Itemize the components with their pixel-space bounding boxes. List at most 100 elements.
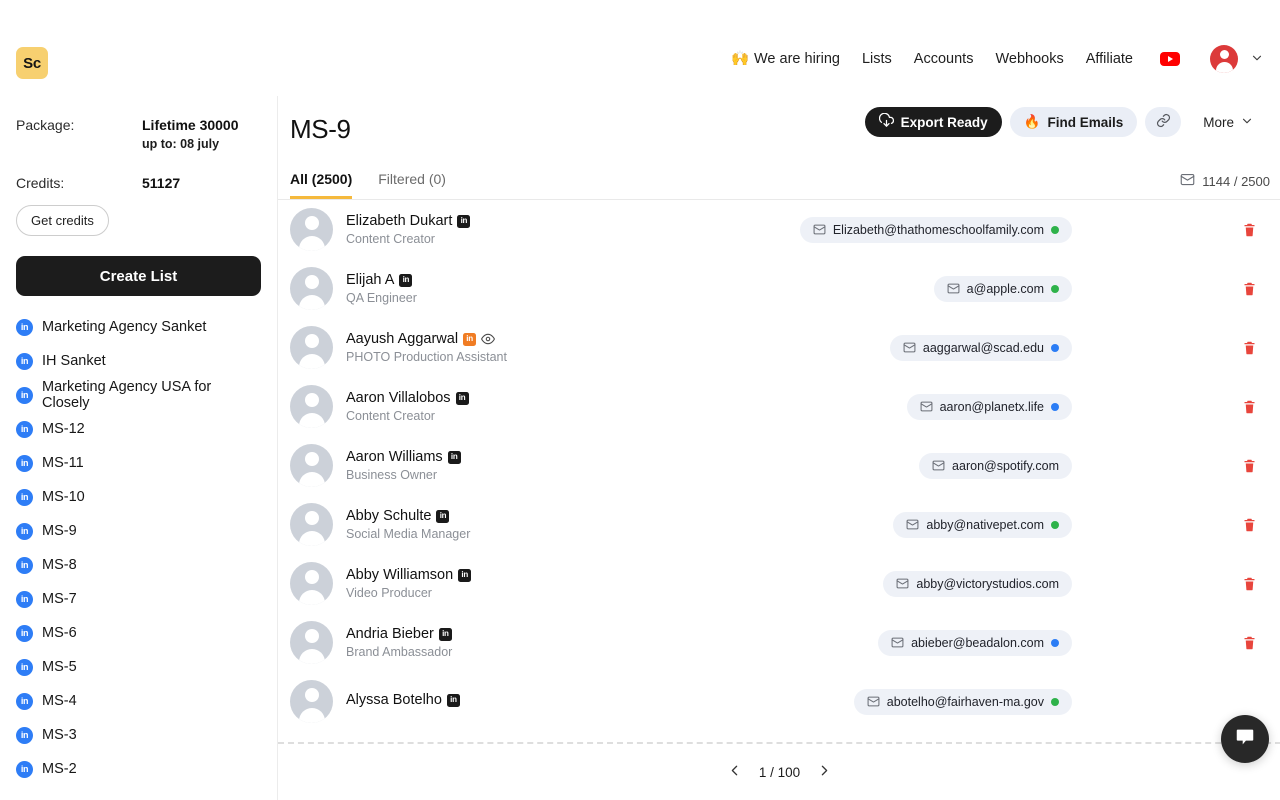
sidebar-item-marketing-agency-sanket[interactable]: in Marketing Agency Sanket [16, 310, 261, 344]
nav-item-accounts[interactable]: Accounts [903, 46, 985, 72]
sidebar-item-ms-5[interactable]: in MS-5 [16, 650, 261, 684]
email-pill[interactable]: abotelho@fairhaven-ma.gov [853, 688, 1072, 715]
linkedin-icon[interactable]: in [438, 627, 452, 641]
sidebar-item-label: Marketing Agency Sanket [42, 319, 207, 335]
envelope-icon [920, 400, 933, 413]
copy-link-button[interactable] [1145, 107, 1182, 137]
delete-icon[interactable] [1242, 221, 1257, 238]
create-list-button[interactable]: Create List [16, 256, 261, 296]
sidebar-item-ms-12[interactable]: in MS-12 [16, 412, 261, 446]
envelope-icon [891, 636, 904, 649]
chevron-left-icon[interactable] [726, 762, 743, 782]
more-button[interactable]: More [1189, 107, 1268, 137]
table-row[interactable]: Aaron Villalobos in Content Creator aaro… [278, 377, 1280, 436]
sidebar-item-ms-6[interactable]: in MS-6 [16, 616, 261, 650]
chevron-down-icon[interactable] [1250, 51, 1264, 68]
email-address: abieber@beadalon.com [911, 635, 1044, 650]
linkedin-icon[interactable]: in [458, 568, 472, 582]
export-ready-button[interactable]: Export Ready [864, 107, 1002, 137]
sidebar-item-label: MS-11 [42, 455, 84, 471]
email-pill[interactable]: aaggarwal@scad.edu [889, 334, 1072, 361]
linkedin-icon[interactable]: in [436, 509, 450, 523]
table-row[interactable]: Aayush Aggarwal in PHOTO Production Assi… [278, 318, 1280, 377]
table-row[interactable]: Alyssa Botelho in abotelho@fairhaven-ma.… [278, 672, 1280, 724]
table-row[interactable]: Abby Schulte in Social Media Manager abb… [278, 495, 1280, 554]
sidebar-item-label: MS-6 [42, 625, 77, 641]
envelope-icon [903, 341, 916, 354]
linkedin-icon: in [16, 658, 33, 676]
linkedin-icon: in [16, 420, 33, 438]
linkedin-icon: in [16, 760, 33, 778]
email-pill[interactable]: aaron@spotify.com [919, 452, 1072, 479]
email-pill[interactable]: abieber@beadalon.com [878, 629, 1072, 656]
contact-name-row: Elijah A in [346, 272, 776, 288]
sidebar-list-items: in Marketing Agency Sanket in IH Sanket … [16, 310, 261, 786]
contact-name-row: Elizabeth Dukart in [346, 213, 776, 229]
top-navigation-bar: Sc 🙌 We are hiring Lists Accounts Webhoo… [0, 0, 1280, 96]
email-pill[interactable]: aaron@planetx.life [906, 393, 1072, 420]
credits-row: Credits: 51127 [16, 175, 261, 191]
email-pill[interactable]: abby@victorystudios.com [883, 570, 1072, 597]
tab-all[interactable]: All (2500) [290, 171, 353, 199]
table-row[interactable]: Andria Bieber in Brand Ambassador abiebe… [278, 613, 1280, 672]
delete-icon[interactable] [1242, 280, 1257, 297]
email-cell: abby@nativepet.com [776, 511, 1268, 538]
avatar [290, 385, 333, 428]
contact-title: QA Engineer [346, 291, 417, 305]
chevron-right-icon[interactable] [816, 762, 833, 782]
linkedin-icon[interactable]: in [447, 450, 461, 464]
youtube-icon[interactable] [1160, 52, 1180, 66]
linkedin-icon[interactable]: in [399, 273, 413, 287]
sidebar-item-ms-10[interactable]: in MS-10 [16, 480, 261, 514]
email-pill[interactable]: abby@nativepet.com [893, 511, 1072, 538]
delete-icon[interactable] [1242, 398, 1257, 415]
linkedin-icon[interactable]: in [463, 332, 477, 346]
sidebar-item-label: MS-4 [42, 693, 77, 709]
sidebar-item-label: MS-9 [42, 523, 77, 539]
table-row[interactable]: Abby Williamson in Video Producer abby@v… [278, 554, 1280, 613]
sidebar-item-ms-7[interactable]: in MS-7 [16, 582, 261, 616]
nav-item-we-are-hiring[interactable]: 🙌 We are hiring [720, 46, 851, 72]
sidebar-item-ih-sanket[interactable]: in IH Sanket [16, 344, 261, 378]
chat-widget-button[interactable] [1221, 715, 1269, 763]
find-emails-button[interactable]: 🔥 Find Emails [1009, 107, 1138, 137]
table-row[interactable]: Elizabeth Dukart in Content Creator Eliz… [278, 200, 1280, 259]
status-dot [1051, 638, 1059, 647]
sidebar-item-ms-4[interactable]: in MS-4 [16, 684, 261, 718]
delete-icon[interactable] [1242, 457, 1257, 474]
sidebar-item-ms-8[interactable]: in MS-8 [16, 548, 261, 582]
delete-icon[interactable] [1242, 634, 1257, 651]
find-emails-label: Find Emails [1047, 114, 1124, 130]
user-avatar-icon[interactable] [1210, 45, 1238, 73]
tab-filtered[interactable]: Filtered (0) [378, 171, 446, 199]
sidebar-item-ms-11[interactable]: in MS-11 [16, 446, 261, 480]
avatar-body-shape [1215, 62, 1233, 73]
pagination: 1 / 100 [278, 742, 1280, 800]
table-row[interactable]: Aaron Williams in Business Owner aaron@s… [278, 436, 1280, 495]
sidebar-item-ms-3[interactable]: in MS-3 [16, 718, 261, 752]
delete-icon[interactable] [1242, 516, 1257, 533]
linkedin-icon[interactable]: in [455, 391, 469, 405]
contacts-list: Elizabeth Dukart in Content Creator Eliz… [278, 200, 1280, 724]
sidebar-item-ms-2[interactable]: in MS-2 [16, 752, 261, 786]
email-cell: Elizabeth@thathomeschoolfamily.com [776, 216, 1268, 243]
sidebar-item-marketing-agency-usa-for-closely[interactable]: in Marketing Agency USA for Closely [16, 378, 261, 412]
email-pill[interactable]: Elizabeth@thathomeschoolfamily.com [799, 216, 1072, 243]
sidebar: Package: Lifetime 30000 up to: 08 july C… [0, 96, 277, 800]
eye-icon[interactable] [481, 332, 495, 346]
nav-item-lists[interactable]: Lists [851, 46, 903, 72]
nav-item-affiliate[interactable]: Affiliate [1075, 46, 1144, 72]
get-credits-button[interactable]: Get credits [16, 205, 109, 236]
contact-info: Elizabeth Dukart in Content Creator [346, 213, 776, 246]
linkedin-icon[interactable]: in [446, 693, 460, 707]
sidebar-item-ms-9[interactable]: in MS-9 [16, 514, 261, 548]
status-dot [1051, 284, 1059, 293]
app-logo[interactable]: Sc [16, 47, 48, 79]
nav-item-webhooks[interactable]: Webhooks [984, 46, 1074, 72]
page-title: MS-9 [290, 114, 351, 144]
table-row[interactable]: Elijah A in QA Engineer a@apple.com [278, 259, 1280, 318]
delete-icon[interactable] [1242, 339, 1257, 356]
email-pill[interactable]: a@apple.com [933, 275, 1072, 302]
delete-icon[interactable] [1242, 575, 1257, 592]
linkedin-icon[interactable]: in [457, 214, 471, 228]
